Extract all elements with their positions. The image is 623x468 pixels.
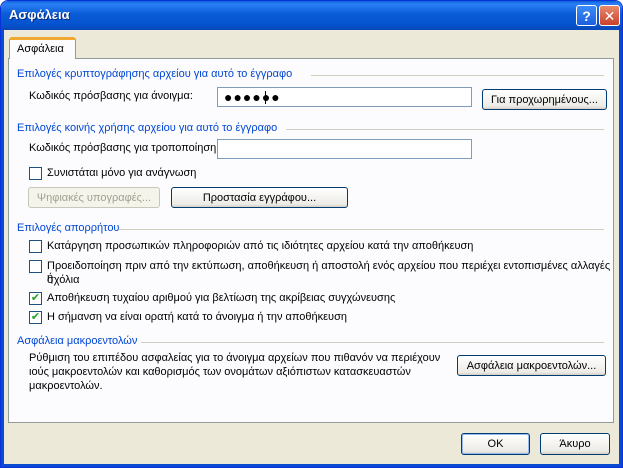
privacy-separator (119, 229, 604, 230)
readonly-checkbox[interactable] (29, 167, 42, 180)
privacy-label-warn-tracked-changes-line1: Προειδοποίηση πριν από την εκτύπωση, απο… (47, 260, 611, 284)
digital-signatures-button[interactable]: Ψηφιακές υπογραφές... (28, 187, 160, 208)
privacy-label-markup-visible: Η σήμανση να είναι ορατή κατά το άνοιγμα… (47, 311, 347, 323)
cancel-button[interactable]: Άκυρο (540, 433, 610, 455)
close-button[interactable]: ✕ (599, 5, 620, 26)
window-frame-left (1, 30, 4, 467)
advanced-button-label: Για προχωρημένους... (491, 93, 598, 106)
title-bar[interactable]: Ασφάλεια ? ✕ (1, 1, 622, 30)
open-password-input[interactable]: ●●●●●● (217, 87, 472, 107)
modify-password-label: Κωδικός πρόσβασης για τροποποίηση: (29, 142, 220, 154)
dialog-title: Ασφάλεια (9, 7, 70, 22)
tab-security[interactable]: Ασφάλεια (9, 37, 76, 59)
sharing-separator (286, 129, 604, 130)
macro-separator (141, 342, 604, 343)
privacy-label-random-number: Αποθήκευση τυχαίου αριθμού για βελτίωση … (47, 292, 396, 304)
digital-signatures-button-label: Ψηφιακές υπογραφές... (36, 191, 152, 204)
close-icon: ✕ (603, 7, 616, 24)
protect-document-button[interactable]: Προστασία εγγράφου... (171, 187, 348, 208)
ok-button-label: OK (487, 438, 504, 450)
privacy-checkbox-remove-personal-info[interactable] (29, 240, 42, 253)
help-icon: ? (582, 7, 591, 24)
privacy-checkbox-random-number[interactable]: ✔ (29, 292, 42, 305)
checkmark-icon: ✔ (30, 292, 41, 304)
macro-description-line3: μακροεντολών. (29, 380, 103, 392)
sharing-group-title: Επιλογές κοινής χρήσης αρχείου για αυτό … (17, 122, 278, 134)
macro-description-line1: Ρύθμιση του επιπέδου ασφαλείας για το άν… (29, 352, 441, 364)
macro-security-button[interactable]: Ασφάλεια μακροεντολών... (457, 355, 606, 376)
privacy-label-warn-tracked-changes-line2: σχόλια (47, 274, 80, 286)
modify-password-input[interactable] (217, 139, 472, 159)
macro-security-button-label: Ασφάλεια μακροεντολών... (466, 359, 597, 372)
protect-document-button-label: Προστασία εγγράφου... (202, 191, 317, 204)
encryption-group-title: Επιλογές κρυπτογράφησης αρχείου για αυτό… (17, 68, 293, 80)
encryption-separator (311, 75, 604, 76)
window-frame-bottom (1, 464, 622, 467)
ok-button[interactable]: OK (461, 433, 530, 455)
macro-description-line2: ιούς μακροεντολών και καθορισμός των ονο… (29, 366, 411, 378)
advanced-button[interactable]: Για προχωρημένους... (482, 89, 607, 110)
text-caret (265, 91, 266, 104)
privacy-group-title: Επιλογές απορρήτου (17, 222, 120, 234)
privacy-label-remove-personal-info: Κατάργηση προσωπικών πληροφοριών από τις… (47, 240, 474, 252)
window-frame-right (619, 30, 622, 467)
macro-group-title: Ασφάλεια μακροεντολών (17, 335, 138, 347)
tab-panel: Επιλογές κρυπτογράφησης αρχείου για αυτό… (8, 58, 614, 423)
help-button[interactable]: ? (576, 5, 597, 26)
privacy-checkbox-markup-visible[interactable]: ✔ (29, 311, 42, 324)
open-password-label: Κωδικός πρόσβασης για άνοιγμα: (29, 90, 193, 102)
open-password-value: ●●●●●● (224, 89, 281, 105)
security-dialog: Ασφάλεια ? ✕ Ασφάλεια Επιλογές κρυπτογρά… (0, 0, 623, 468)
privacy-checkbox-warn-tracked-changes[interactable] (29, 260, 42, 273)
readonly-label: Συνιστάται μόνο για ανάγνωση (47, 167, 197, 179)
tab-security-label: Ασφάλεια (17, 43, 64, 55)
cancel-button-label: Άκυρο (559, 438, 591, 450)
checkmark-icon: ✔ (30, 311, 41, 323)
